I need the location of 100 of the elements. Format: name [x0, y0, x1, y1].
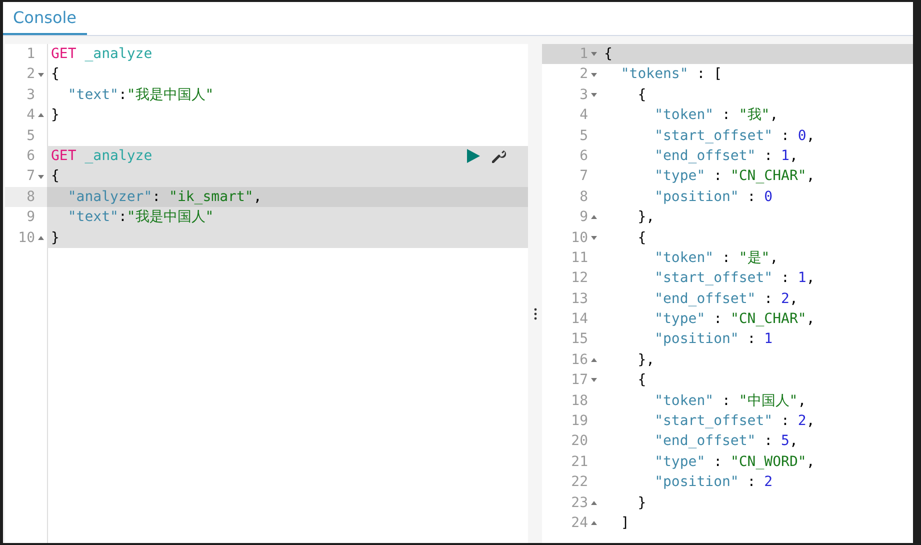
punctuation: : — [118, 86, 127, 103]
punctuation: : — [118, 209, 127, 226]
fold-caret-icon[interactable] — [591, 52, 597, 56]
punctuation: , — [806, 454, 815, 470]
punctuation: } — [51, 230, 60, 246]
punctuation: , — [806, 168, 815, 184]
line-number: 5 — [26, 126, 35, 146]
line-number: 11 — [571, 248, 588, 268]
number-value: 1 — [781, 148, 790, 164]
fold-caret-icon[interactable] — [591, 500, 597, 505]
string-value: "是" — [738, 250, 770, 266]
fold-caret-icon[interactable] — [591, 92, 597, 97]
punctuation: : — [721, 107, 732, 124]
fold-caret-icon[interactable] — [591, 358, 597, 362]
string-value: "我是中国人" — [126, 209, 214, 226]
wrench-icon[interactable] — [492, 148, 506, 163]
fold-caret-icon[interactable] — [38, 72, 44, 77]
line-number: 3 — [580, 86, 588, 105]
line-number: 10 — [18, 228, 35, 248]
line-number: 18 — [571, 392, 588, 411]
fold-caret-icon[interactable] — [38, 113, 44, 118]
line-number: 14 — [571, 310, 588, 330]
punctuation: : — [763, 433, 774, 450]
punctuation: , — [806, 413, 815, 430]
number-value: 5 — [781, 433, 790, 450]
line-number: 9 — [580, 208, 588, 228]
punctuation: , — [806, 128, 815, 144]
string-value: "我是中国人" — [126, 86, 214, 103]
line-number: 2 — [26, 65, 35, 84]
line-number: 6 — [580, 146, 588, 166]
line-number: 4 — [26, 106, 35, 126]
punctuation: }, — [636, 209, 655, 226]
line-number: 17 — [571, 371, 588, 390]
number-value: 1 — [798, 270, 806, 286]
line-number: 24 — [571, 514, 588, 533]
fold-caret-icon[interactable] — [591, 72, 597, 77]
json-key: "text" — [51, 209, 118, 226]
punctuation: : — [746, 474, 757, 490]
fold-caret-icon[interactable] — [591, 521, 597, 526]
line-number: 7 — [26, 167, 35, 186]
line-number: 19 — [571, 412, 588, 432]
fold-caret-icon[interactable] — [591, 378, 597, 382]
punctuation: , — [770, 107, 778, 124]
punctuation: ] — [620, 514, 630, 531]
json-key: "token" — [604, 107, 714, 124]
punctuation: , — [806, 311, 815, 328]
line-number: 7 — [580, 167, 588, 186]
punctuation: { — [636, 230, 646, 246]
line-number: 22 — [571, 473, 588, 492]
fold-caret-icon[interactable] — [38, 174, 44, 179]
json-key: "tokens" — [604, 66, 688, 82]
endpoint-path: _analyze — [84, 46, 152, 62]
json-key: "end_offset" — [604, 433, 756, 450]
punctuation: { — [604, 46, 612, 62]
punctuation: : — [712, 168, 724, 184]
http-method: GET — [51, 148, 76, 164]
json-key: "token" — [604, 392, 714, 409]
json-key: "type" — [604, 311, 706, 328]
line-number: 1 — [580, 45, 588, 64]
punctuation: : — [763, 290, 774, 307]
play-icon[interactable] — [467, 148, 480, 163]
json-key: "start_offset" — [604, 413, 773, 430]
line-number: 13 — [571, 290, 588, 309]
json-key: "position" — [604, 188, 739, 205]
line-number: 20 — [571, 432, 588, 452]
line-number: 9 — [26, 208, 35, 228]
punctuation: , — [798, 392, 806, 409]
punctuation: : — [721, 250, 732, 266]
number-value: 0 — [764, 188, 773, 205]
line-number: 1 — [26, 45, 35, 64]
punctuation: : — [780, 128, 790, 144]
punctuation: : — [780, 413, 790, 430]
punctuation: : — [780, 270, 790, 286]
line-number: 15 — [571, 330, 588, 350]
string-value: "我" — [738, 107, 770, 124]
json-key: "position" — [604, 474, 739, 490]
line-number: 12 — [571, 269, 588, 288]
line-number: 8 — [26, 188, 35, 207]
json-key: "start_offset" — [604, 128, 773, 144]
string-value: "CN_CHAR" — [730, 168, 806, 184]
fold-caret-icon[interactable] — [591, 236, 597, 240]
punctuation: : — [712, 454, 724, 470]
punctuation: : [ — [696, 66, 722, 82]
line-number: 3 — [26, 86, 35, 105]
line-number: 23 — [571, 494, 588, 513]
number-value: 2 — [798, 413, 806, 430]
fold-caret-icon[interactable] — [591, 215, 597, 220]
punctuation: } — [51, 107, 60, 124]
line-number: 10 — [571, 228, 588, 248]
string-value: "中国人" — [738, 392, 798, 409]
resize-handle-icon[interactable] — [534, 308, 536, 320]
punctuation: , — [770, 250, 778, 266]
punctuation: { — [636, 372, 646, 388]
json-key: "type" — [604, 168, 706, 184]
number-value: 1 — [764, 331, 773, 348]
punctuation: { — [51, 66, 60, 82]
punctuation: : — [763, 148, 774, 164]
line-number: 16 — [571, 350, 588, 370]
request-editor[interactable]: 1 GET _analyze 2 { 3 "text":"我是中国人" 4 } 5 6 GET _analyze 7 { 8 "analyzer": "ik_smart", 9 "text":"我是中国人" 10 } — [5, 44, 528, 543]
fold-caret-icon[interactable] — [38, 236, 44, 240]
